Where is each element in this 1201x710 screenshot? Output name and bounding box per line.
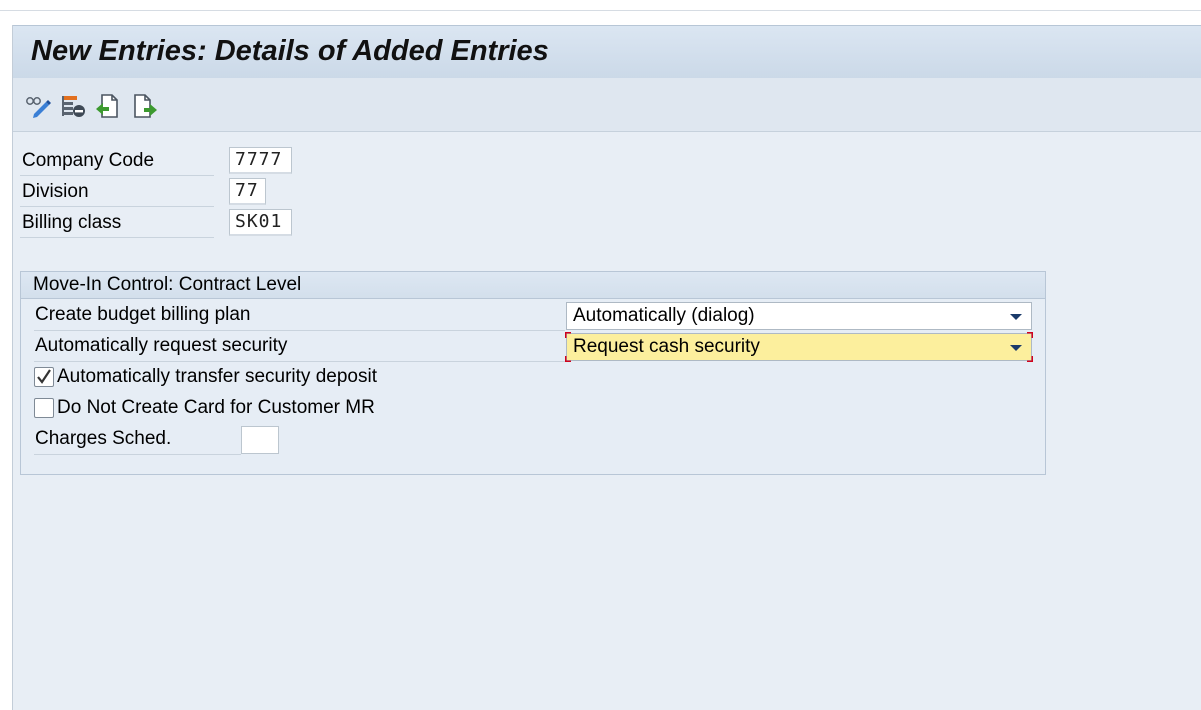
request-security-value: Request cash security xyxy=(573,336,760,357)
focus-corner-icon xyxy=(1027,356,1033,362)
transfer-deposit-checkbox[interactable] xyxy=(34,367,54,387)
billing-class-label: Billing class xyxy=(20,209,214,238)
division-field[interactable]: 77 xyxy=(229,178,266,205)
chevron-down-icon[interactable] xyxy=(1010,345,1022,351)
budget-billing-label: Create budget billing plan xyxy=(34,300,565,331)
request-security-dropdown[interactable]: Request cash security xyxy=(565,332,1033,362)
page-title: New Entries: Details of Added Entries xyxy=(31,35,549,67)
previous-entry-icon[interactable] xyxy=(94,92,122,120)
application-toolbar xyxy=(13,78,1201,132)
charges-sched-field[interactable] xyxy=(241,426,279,454)
budget-billing-dropdown[interactable]: Automatically (dialog) xyxy=(566,302,1032,330)
budget-billing-value: Automatically (dialog) xyxy=(573,305,755,326)
delete-icon[interactable] xyxy=(59,92,87,120)
company-code-field[interactable]: 7777 xyxy=(229,147,292,174)
focus-corner-icon xyxy=(1027,332,1033,338)
move-in-control-group: Move-In Control: Contract Level Create b… xyxy=(20,271,1046,475)
display-change-icon[interactable] xyxy=(24,92,52,120)
division-label: Division xyxy=(20,178,214,207)
top-window-edge xyxy=(0,0,1201,11)
chevron-down-icon[interactable] xyxy=(1010,314,1022,320)
no-card-checkbox[interactable] xyxy=(34,398,54,418)
title-bar: New Entries: Details of Added Entries xyxy=(13,25,1201,79)
no-card-label: Do Not Create Card for Customer MR xyxy=(57,397,375,418)
no-card-row: Do Not Create Card for Customer MR xyxy=(34,393,454,423)
group-title-text: Move-In Control: Contract Level xyxy=(33,274,302,295)
next-entry-icon[interactable] xyxy=(131,92,159,120)
company-code-label: Company Code xyxy=(20,147,214,176)
group-title: Move-In Control: Contract Level xyxy=(21,272,1045,299)
billing-class-field[interactable]: SK01 xyxy=(229,209,292,236)
checkmark-icon xyxy=(37,369,51,384)
focus-corner-icon xyxy=(565,332,571,338)
transfer-deposit-row: Automatically transfer security deposit xyxy=(34,362,454,392)
focus-corner-icon xyxy=(565,356,571,362)
request-security-label: Automatically request security xyxy=(34,331,565,362)
main-screen: New Entries: Details of Added Entries Co… xyxy=(12,25,1201,710)
transfer-deposit-label: Automatically transfer security deposit xyxy=(57,366,377,387)
charges-sched-label: Charges Sched. xyxy=(34,424,241,455)
